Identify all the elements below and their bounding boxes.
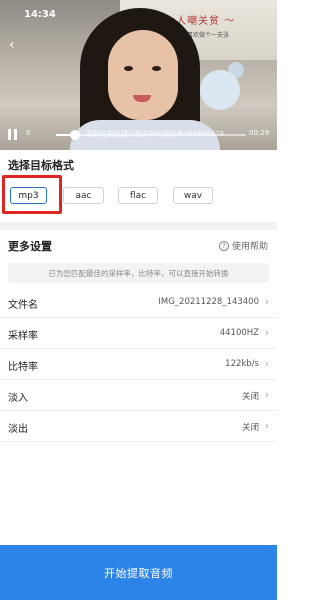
help-link[interactable]: ? 使用帮助 (218, 239, 268, 252)
format-flac-button[interactable]: flac (118, 187, 158, 204)
format-wav-button[interactable]: wav (173, 187, 213, 204)
plush-toy (200, 70, 240, 110)
format-mp3-button[interactable]: mp3 (10, 187, 47, 204)
row-value: 关闭 (241, 423, 259, 433)
chevron-right-icon: › (264, 357, 269, 370)
question-icon: ? (218, 240, 229, 251)
chevron-right-icon: › (264, 419, 269, 432)
eye-left (124, 66, 133, 71)
row-label: 淡入 (8, 393, 28, 404)
player-controls: 0 国利克群民建行省内外的现场审458666978 00:29 (0, 126, 277, 144)
section-divider (0, 222, 277, 230)
row-value: 关闭 (241, 392, 259, 402)
time-end: 00:29 (249, 129, 270, 137)
chevron-right-icon: › (264, 326, 269, 339)
settings-section-title: 更多设置 (8, 240, 52, 253)
status-time: 14:34 (24, 9, 56, 20)
row-label: 比特率 (8, 362, 38, 373)
setting-row-fade-in[interactable]: 淡入 关闭 › (0, 380, 277, 411)
video-overlay-text: 国利克群民建行省内外的现场审458666978 (86, 130, 225, 138)
video-preview[interactable]: 艺定 人嘲关贫 ～ 一样喜欢做个一支张 14:34 ‹ 0 国利克群民建行省内外… (0, 0, 277, 150)
help-label: 使用帮助 (231, 242, 268, 252)
pause-icon[interactable] (8, 129, 18, 140)
row-label: 文件名 (8, 300, 38, 311)
setting-row-bitrate[interactable]: 比特率 122kb/s › (0, 349, 277, 380)
format-aac-button[interactable]: aac (63, 187, 104, 204)
chevron-right-icon: › (264, 388, 269, 401)
setting-row-filename[interactable]: 文件名 IMG_20211228_143400 › (0, 287, 277, 318)
setting-row-fade-out[interactable]: 淡出 关闭 › (0, 411, 277, 442)
row-label: 采样率 (8, 331, 38, 342)
chevron-right-icon: › (264, 295, 269, 308)
row-value: 122kb/s (225, 359, 259, 369)
eye-right (152, 66, 161, 71)
setting-row-sample-rate[interactable]: 采样率 44100HZ › (0, 318, 277, 349)
person-face (108, 30, 178, 120)
format-section-title: 选择目标格式 (8, 159, 74, 172)
row-label: 淡出 (8, 424, 28, 435)
time-start: 0 (26, 129, 31, 137)
row-value: IMG_20211228_143400 (158, 297, 259, 307)
row-value: 44100HZ (219, 328, 259, 338)
start-extract-audio-button[interactable]: 开始提取音频 (0, 545, 277, 600)
back-icon[interactable]: ‹ (9, 38, 23, 52)
progress-knob[interactable] (70, 130, 80, 140)
settings-notice: 已为您匹配最佳的采样率，比特率，可以直接开始转换 (8, 263, 269, 283)
